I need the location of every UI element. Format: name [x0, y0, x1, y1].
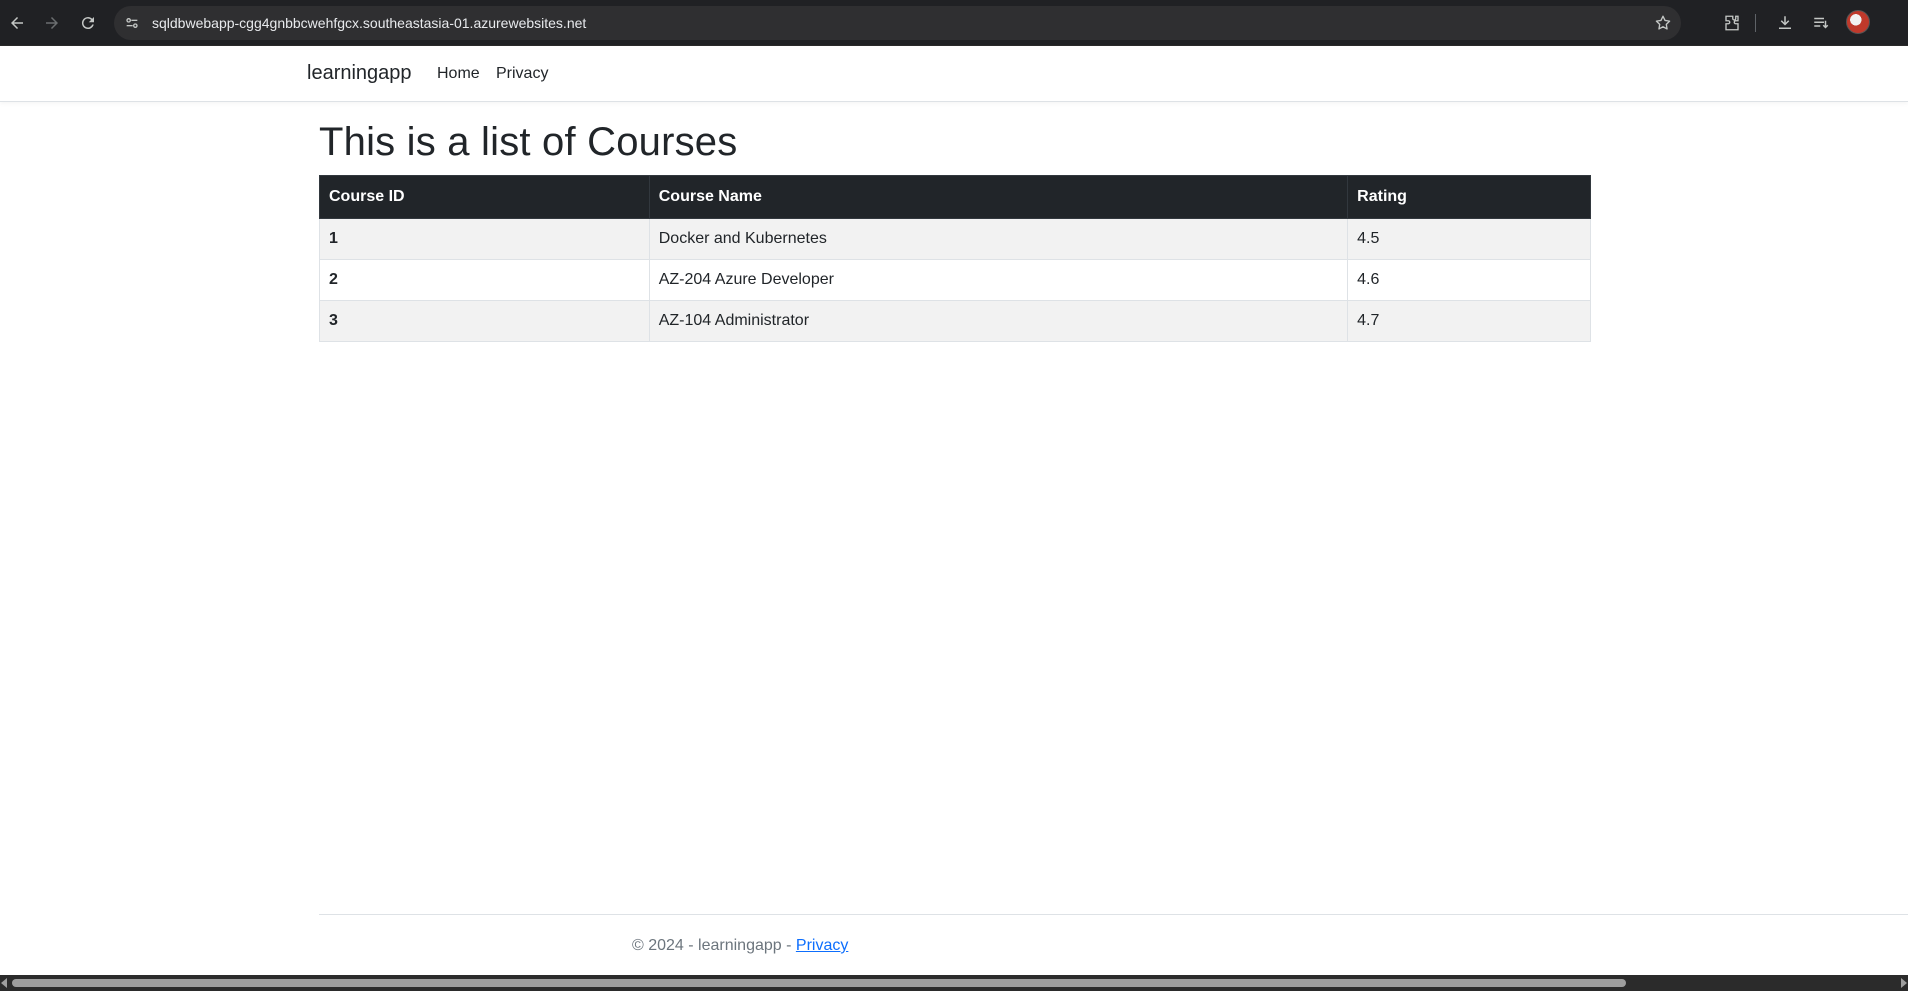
- app-navbar: learningapp Home Privacy: [0, 46, 1908, 102]
- footer: © 2024 - learningapp - Privacy: [632, 937, 848, 955]
- reload-icon[interactable]: [75, 10, 101, 36]
- scrollbar-thumb[interactable]: [12, 979, 1626, 987]
- bookmark-star-icon[interactable]: [1653, 13, 1673, 33]
- address-bar[interactable]: sqldbwebapp-cgg4gnbbcwehfgcx.southeastas…: [114, 6, 1681, 40]
- column-header-rating: Rating: [1347, 175, 1591, 219]
- table-row: 3 AZ-104 Administrator 4.7: [319, 300, 1591, 342]
- page-title: This is a list of Courses: [319, 120, 738, 164]
- scroll-right-arrow-icon[interactable]: [1901, 978, 1907, 988]
- table-row: 1 Docker and Kubernetes 4.5: [319, 218, 1591, 260]
- profile-avatar[interactable]: [1846, 10, 1870, 34]
- table-header-row: Course ID Course Name Rating: [319, 175, 1591, 219]
- course-id-cell: 2: [319, 259, 650, 301]
- footer-privacy-link[interactable]: Privacy: [796, 937, 848, 954]
- scroll-left-arrow-icon[interactable]: [1, 978, 7, 988]
- table-row: 2 AZ-204 Azure Developer 4.6: [319, 259, 1591, 301]
- toolbar-divider: [1755, 14, 1756, 32]
- column-header-course-id: Course ID: [319, 175, 650, 219]
- extensions-icon[interactable]: [1720, 11, 1744, 35]
- nav-link-home[interactable]: Home: [437, 65, 480, 83]
- brand-link[interactable]: learningapp: [307, 62, 412, 85]
- courses-table: Course ID Course Name Rating 1 Docker an…: [319, 175, 1591, 342]
- download-icon[interactable]: [1773, 11, 1797, 35]
- back-icon[interactable]: [4, 10, 30, 36]
- course-name-cell: AZ-204 Azure Developer: [648, 259, 1349, 301]
- rating-cell: 4.6: [1347, 259, 1591, 301]
- reading-list-icon[interactable]: [1809, 11, 1833, 35]
- horizontal-scrollbar[interactable]: [0, 975, 1908, 991]
- course-name-cell: Docker and Kubernetes: [648, 218, 1349, 260]
- course-name-cell: AZ-104 Administrator: [648, 300, 1349, 342]
- nav-link-privacy[interactable]: Privacy: [496, 65, 548, 83]
- footer-copyright: © 2024 - learningapp -: [632, 937, 796, 954]
- course-id-cell: 3: [319, 300, 650, 342]
- browser-toolbar: sqldbwebapp-cgg4gnbbcwehfgcx.southeastas…: [0, 0, 1908, 46]
- rating-cell: 4.7: [1347, 300, 1591, 342]
- footer-divider: [319, 914, 1908, 915]
- forward-icon[interactable]: [39, 10, 65, 36]
- column-header-course-name: Course Name: [648, 175, 1349, 219]
- course-id-cell: 1: [319, 218, 650, 260]
- rating-cell: 4.5: [1347, 218, 1591, 260]
- url-text[interactable]: sqldbwebapp-cgg4gnbbcwehfgcx.southeastas…: [152, 15, 586, 31]
- site-info-icon[interactable]: [122, 13, 142, 33]
